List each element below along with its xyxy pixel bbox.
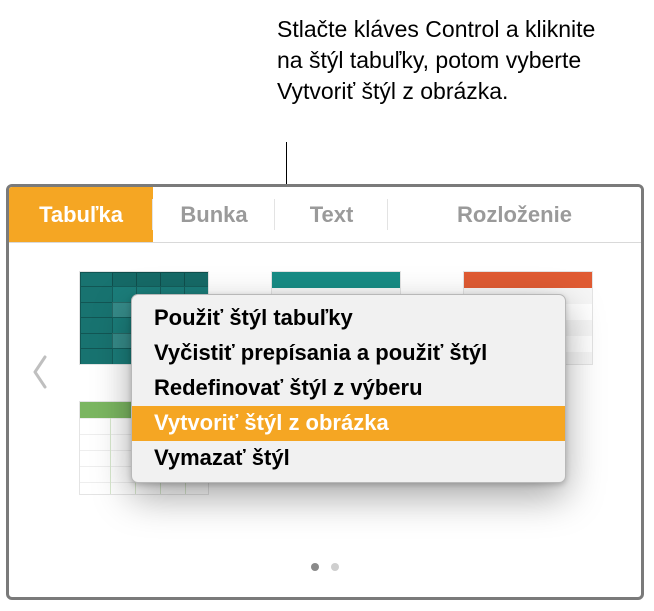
menu-item-label: Vytvoriť štýl z obrázka bbox=[154, 410, 389, 435]
menu-delete-style[interactable]: Vymazať štýl bbox=[132, 441, 565, 476]
menu-item-label: Vyčistiť prepísania a použiť štýl bbox=[154, 340, 487, 365]
menu-apply-style[interactable]: Použiť štýl tabuľky bbox=[132, 301, 565, 336]
styles-prev-button[interactable] bbox=[31, 355, 51, 389]
tab-label: Rozloženie bbox=[457, 202, 572, 228]
menu-item-label: Použiť štýl tabuľky bbox=[154, 305, 353, 330]
tab-label: Text bbox=[310, 202, 354, 228]
callout-text: Stlačte kláves Control a kliknite na štý… bbox=[277, 14, 607, 107]
menu-item-label: Vymazať štýl bbox=[154, 445, 290, 470]
pager-dot[interactable] bbox=[311, 563, 319, 571]
tab-layout[interactable]: Rozloženie bbox=[388, 187, 641, 242]
tab-table[interactable]: Tabuľka bbox=[9, 187, 153, 242]
tab-label: Bunka bbox=[180, 202, 247, 228]
chevron-left-icon bbox=[31, 355, 51, 389]
menu-clear-overrides[interactable]: Vyčistiť prepísania a použiť štýl bbox=[132, 336, 565, 371]
pager-dot[interactable] bbox=[331, 563, 339, 571]
tab-label: Tabuľka bbox=[39, 202, 123, 228]
menu-redefine-style[interactable]: Redefinovať štýl z výberu bbox=[132, 371, 565, 406]
tab-text[interactable]: Text bbox=[275, 187, 388, 242]
tab-cell[interactable]: Bunka bbox=[153, 187, 275, 242]
context-menu: Použiť štýl tabuľky Vyčistiť prepísania … bbox=[131, 294, 566, 483]
styles-pager[interactable] bbox=[9, 563, 641, 571]
menu-item-label: Redefinovať štýl z výberu bbox=[154, 375, 423, 400]
menu-create-style-from-image[interactable]: Vytvoriť štýl z obrázka bbox=[132, 406, 565, 441]
format-tabbar: Tabuľka Bunka Text Rozloženie bbox=[9, 187, 641, 243]
